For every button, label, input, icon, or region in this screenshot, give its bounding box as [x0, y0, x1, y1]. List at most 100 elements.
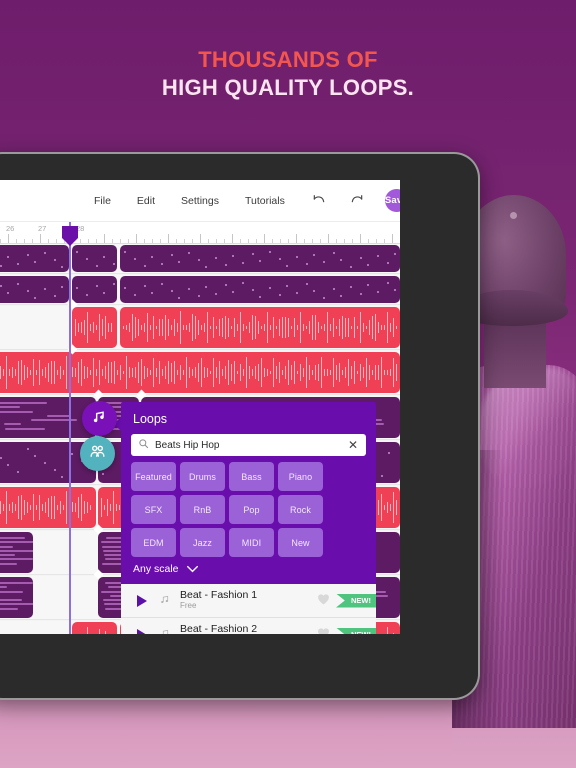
midi-note-dot	[113, 283, 115, 285]
menu-item-settings[interactable]: Settings	[181, 195, 219, 207]
ruler-tick	[312, 239, 313, 243]
loop-list-item[interactable]: Beat - Fashion 2Free NEW!	[121, 618, 376, 634]
audio-clip[interactable]	[120, 307, 400, 348]
midi-clip[interactable]	[72, 276, 117, 303]
midi-note-dot	[134, 258, 136, 260]
play-triangle-icon[interactable]	[137, 628, 147, 634]
waveform-column	[192, 368, 193, 377]
waveform-column	[318, 321, 319, 334]
search-bar[interactable]: ✕	[131, 434, 366, 456]
midi-note-dot	[296, 292, 298, 294]
category-chip-featured[interactable]: Featured	[131, 462, 176, 491]
loops-panel[interactable]: Loops ✕ FeaturedDrumsBassPiano SFXRnBPopR…	[114, 402, 376, 634]
midi-clip[interactable]	[0, 577, 33, 618]
midi-clip[interactable]	[120, 276, 400, 303]
app-toolbar: File Edit Settings Tutorials Save	[0, 180, 400, 222]
midi-note-dot	[0, 457, 2, 459]
ruler-tick	[264, 234, 265, 243]
play-triangle-icon[interactable]	[137, 594, 147, 607]
waveform-column	[270, 325, 271, 330]
close-x-icon[interactable]: ✕	[348, 439, 358, 451]
midi-note-bar	[0, 603, 33, 606]
category-chip-bass[interactable]: Bass	[229, 462, 274, 491]
search-input[interactable]	[155, 439, 348, 451]
loops-browser-fab[interactable]	[82, 401, 117, 436]
midi-note-dot	[306, 263, 308, 265]
audio-clip[interactable]	[0, 487, 96, 528]
redo-arrow-icon[interactable]	[349, 193, 365, 209]
menu-item-file[interactable]: File	[94, 195, 111, 207]
midi-clip[interactable]	[72, 245, 117, 272]
music-note-icon	[159, 592, 170, 610]
category-chip-jazz[interactable]: Jazz	[180, 528, 225, 557]
midi-clip[interactable]	[120, 245, 400, 272]
waveform-column	[33, 493, 34, 522]
audio-clip[interactable]	[0, 352, 400, 393]
waveform-column	[384, 369, 385, 376]
waveform-column	[219, 361, 220, 384]
collaborate-fab[interactable]	[80, 436, 115, 471]
category-chips[interactable]: Featured Drums Bass Piano SFX RnB Pop Rock EDM Ja…	[131, 462, 367, 557]
category-chip-piano[interactable]: Piano	[278, 462, 323, 491]
waveform-column	[54, 495, 55, 520]
midi-clip[interactable]	[0, 245, 69, 272]
loops-result-list[interactable]: Beat - Fashion 1 Free NEW! Beat - Fashion 2…	[121, 584, 376, 634]
waveform-column	[369, 365, 370, 380]
waveform-column	[291, 365, 292, 380]
waveform-column	[348, 318, 349, 337]
category-chip-new[interactable]: New	[278, 528, 323, 557]
category-chip-edm[interactable]: EDM	[131, 528, 176, 557]
scale-filter[interactable]: Any scale	[133, 560, 199, 578]
midi-note-dot	[17, 263, 19, 265]
midi-note-dot	[313, 290, 315, 292]
audio-clip[interactable]	[72, 622, 117, 634]
loop-list-item[interactable]: Beat - Fashion 1 Free NEW!	[121, 584, 376, 618]
waveform-column	[201, 325, 202, 330]
waveform-column	[342, 316, 343, 339]
search-icon	[138, 436, 149, 454]
chevron-down-icon[interactable]	[186, 560, 199, 578]
ruler-tick	[96, 239, 97, 243]
heart-icon[interactable]	[317, 592, 330, 610]
new-badge: NEW!	[336, 627, 376, 634]
category-chip-drums[interactable]: Drums	[180, 462, 225, 491]
menu-bar: File Edit Settings Tutorials	[94, 195, 285, 207]
waveform-column	[348, 358, 349, 387]
waveform-column	[201, 357, 202, 387]
midi-note-dot	[205, 266, 207, 268]
waveform-column	[147, 312, 148, 343]
undo-arrow-icon[interactable]	[311, 193, 327, 209]
waveform-column	[84, 320, 85, 335]
category-chip-midi[interactable]: MIDI	[229, 528, 274, 557]
midi-note-dot	[333, 252, 335, 254]
category-chip-pop[interactable]: Pop	[229, 495, 274, 524]
audio-clip[interactable]	[72, 307, 117, 348]
midi-note-dot	[188, 252, 190, 254]
waveform-column	[39, 359, 40, 386]
waveform-column	[138, 362, 139, 383]
midi-clip[interactable]	[0, 276, 69, 303]
category-chip-sfx[interactable]: SFX	[131, 495, 176, 524]
waveform-column	[261, 325, 262, 330]
waveform-column	[396, 325, 397, 330]
category-chip-rnb[interactable]: RnB	[180, 495, 225, 524]
waveform-column	[6, 356, 7, 389]
timeline-ruler[interactable]: 25 26 27 28	[0, 222, 400, 244]
midi-clip[interactable]	[0, 532, 33, 573]
save-button[interactable]: Save	[384, 189, 400, 212]
midi-note-dot	[269, 251, 271, 253]
menu-item-edit[interactable]: Edit	[137, 195, 155, 207]
waveform-column	[333, 317, 334, 338]
midi-note-dot	[44, 252, 46, 254]
category-chip-rock[interactable]: Rock	[278, 495, 323, 524]
ruler-tick	[80, 239, 81, 243]
waveform-column	[135, 316, 136, 339]
waveform-column	[111, 362, 112, 383]
menu-item-tutorials[interactable]: Tutorials	[245, 195, 285, 207]
waveform-column	[378, 322, 379, 333]
heart-icon[interactable]	[317, 626, 330, 634]
waveform-column	[60, 500, 61, 515]
waveform-column	[12, 501, 13, 514]
waveform-column	[237, 370, 238, 375]
midi-note-bar	[0, 562, 17, 565]
